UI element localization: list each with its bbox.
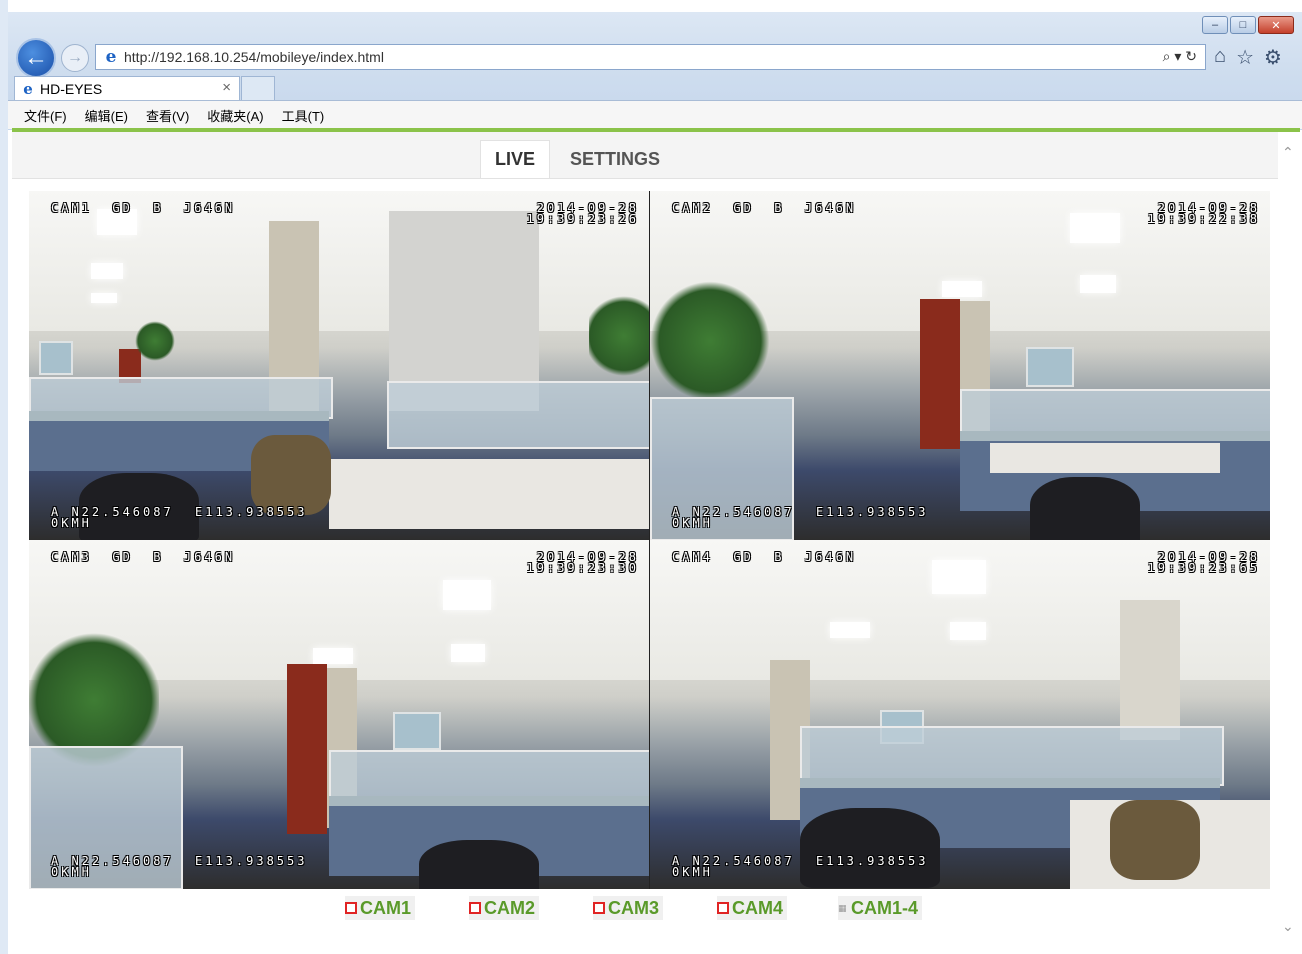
osd-longitude: E113.938553 — [195, 505, 308, 519]
maximize-button[interactable]: □ — [1230, 16, 1256, 34]
camera-view-4[interactable]: CAM4 GD B J646N 2014-09-28 19:39:23:65 A… — [650, 540, 1270, 889]
browser-chrome: – □ ✕ ← → e http://192.168.10.254/mobile… — [0, 0, 1302, 130]
record-icon — [469, 902, 481, 914]
cam4-button[interactable]: CAM4 — [717, 896, 788, 920]
osd-speed: 0KMH — [672, 865, 713, 879]
osd-longitude: E113.938553 — [195, 854, 308, 868]
back-button[interactable]: ← — [16, 38, 56, 78]
osd-speed: 0KMH — [51, 516, 92, 530]
page-nav: LIVE SETTINGS — [12, 132, 1278, 179]
cam1-4-button[interactable]: ▦ CAM1-4 — [838, 896, 923, 920]
cam3-button[interactable]: CAM3 — [593, 896, 664, 920]
url-text[interactable]: http://192.168.10.254/mobileye/index.htm… — [124, 49, 384, 65]
menu-edit[interactable]: 编辑(E) — [85, 106, 128, 125]
menu-view[interactable]: 查看(V) — [146, 106, 189, 125]
grid-icon: ▦ — [838, 902, 847, 913]
osd-speed: 0KMH — [51, 865, 92, 879]
osd-datetime: 2014-09-28 19:39:22:38 — [1147, 201, 1260, 226]
tab-strip: e HD-EYES × — [14, 76, 275, 100]
menu-tools[interactable]: 工具(T) — [282, 106, 325, 125]
osd-datetime: 2014-09-28 19:39:23:65 — [1147, 550, 1260, 575]
tab-title: HD-EYES — [40, 80, 103, 97]
browser-tab[interactable]: e HD-EYES × — [14, 76, 240, 100]
menu-file[interactable]: 文件(F) — [24, 106, 67, 125]
camera-view-1[interactable]: CAM1 GD B J646N 2014-09-28 19:39:23:26 A… — [29, 191, 649, 540]
record-icon — [717, 902, 729, 914]
camera-grid: CAM1 GD B J646N 2014-09-28 19:39:23:26 A… — [29, 191, 1270, 889]
menu-favorites[interactable]: 收藏夹(A) — [207, 106, 263, 125]
menu-bar: 文件(F) 编辑(E) 查看(V) 收藏夹(A) 工具(T) — [0, 100, 1302, 129]
new-tab-button[interactable] — [241, 76, 275, 100]
record-icon — [593, 902, 605, 914]
chevron-up-icon[interactable]: ⌃ — [1282, 144, 1294, 161]
home-icon[interactable]: ⌂ — [1214, 45, 1226, 70]
osd-label: CAM4 GD B J646N — [672, 550, 857, 564]
address-bar[interactable]: e http://192.168.10.254/mobileye/index.h… — [95, 44, 1206, 70]
ie-icon: e — [105, 47, 117, 67]
cam2-button[interactable]: CAM2 — [469, 896, 540, 920]
osd-longitude: E113.938553 — [816, 505, 929, 519]
cam1-button[interactable]: CAM1 — [345, 896, 416, 920]
osd-label: CAM2 GD B J646N — [672, 201, 857, 215]
camera-selector: CAM1 CAM2 CAM3 CAM4 ▦ CAM1-4 — [0, 896, 1302, 922]
top-strip — [0, 0, 1302, 12]
tab-settings[interactable]: SETTINGS — [560, 140, 670, 178]
osd-datetime: 2014-09-28 19:39:23:26 — [526, 201, 639, 226]
scrollbar[interactable]: ⌃ ⌄ — [1278, 132, 1300, 954]
osd-label: CAM1 GD B J646N — [51, 201, 236, 215]
camera-view-2[interactable]: CAM2 GD B J646N 2014-09-28 19:39:22:38 A… — [650, 191, 1270, 540]
close-window-button[interactable]: ✕ — [1258, 16, 1294, 34]
minimize-button[interactable]: – — [1202, 16, 1228, 34]
osd-longitude: E113.938553 — [816, 854, 929, 868]
forward-button[interactable]: → — [61, 44, 89, 72]
osd-label: CAM3 GD B J646N — [51, 550, 236, 564]
toolbar-icons: ⌂ ☆ ⚙ — [1214, 45, 1282, 70]
arrow-left-icon: ← — [24, 44, 48, 71]
window-left-edge — [0, 0, 8, 954]
tab-live[interactable]: LIVE — [480, 140, 550, 178]
search-refresh-icons[interactable]: ⌕ ▾ ↻ — [1163, 48, 1197, 65]
arrow-right-icon: → — [67, 49, 83, 66]
osd-speed: 0KMH — [672, 516, 713, 530]
osd-datetime: 2014-09-28 19:39:23:30 — [526, 550, 639, 575]
gear-icon[interactable]: ⚙ — [1264, 45, 1282, 70]
record-icon — [345, 902, 357, 914]
star-icon[interactable]: ☆ — [1236, 45, 1254, 70]
window-controls: – □ ✕ — [1200, 16, 1294, 34]
camera-view-3[interactable]: CAM3 GD B J646N 2014-09-28 19:39:23:30 A… — [29, 540, 649, 889]
tab-close-icon[interactable]: × — [222, 79, 231, 96]
ie-icon: e — [23, 79, 33, 98]
